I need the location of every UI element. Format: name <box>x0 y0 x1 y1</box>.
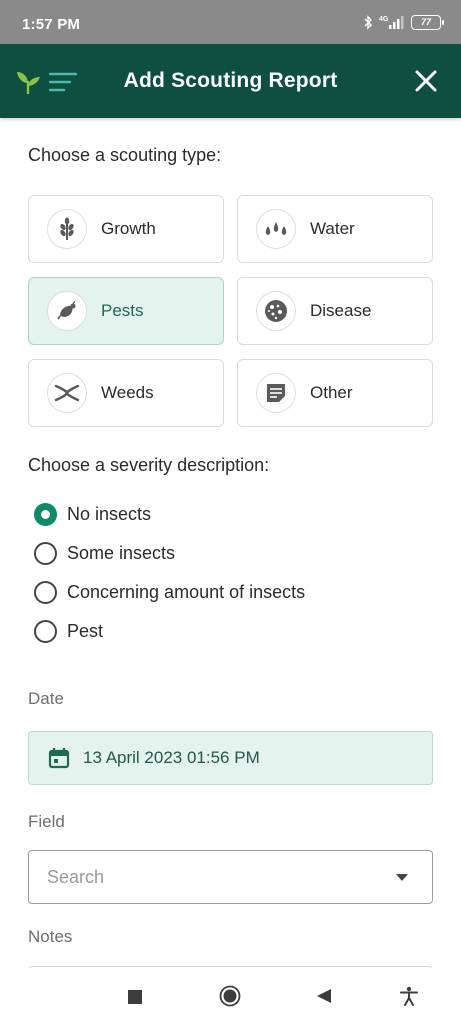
recents-square-icon[interactable] <box>127 989 143 1010</box>
page-title: Add Scouting Report <box>0 69 461 93</box>
severity-option-label: Concerning amount of insects <box>67 582 305 603</box>
battery-icon: 77 <box>411 15 441 30</box>
accessibility-icon[interactable] <box>400 986 418 1011</box>
dropdown-arrow-icon[interactable] <box>396 874 408 881</box>
radio-unchecked[interactable] <box>34 620 57 643</box>
note-icon <box>256 373 296 413</box>
type-card-water[interactable]: Water <box>237 195 433 263</box>
search-placeholder: Search <box>47 867 396 888</box>
svg-text:4G: 4G <box>379 16 389 23</box>
scouting-type-prompt: Choose a scouting type: <box>28 145 221 166</box>
date-label: Date <box>28 689 64 709</box>
weeds-icon <box>47 373 87 413</box>
status-bar: 1:57 PM 4G 77 <box>0 0 461 44</box>
bluetooth-icon <box>363 15 373 30</box>
type-label-disease: Disease <box>310 301 371 321</box>
home-circle-icon[interactable] <box>219 985 241 1012</box>
disease-icon <box>256 291 296 331</box>
notes-label: Notes <box>28 927 72 947</box>
status-time: 1:57 PM <box>22 16 80 33</box>
bug-icon <box>47 291 87 331</box>
type-label-weeds: Weeds <box>101 383 154 403</box>
status-icons: 4G 77 <box>363 14 441 30</box>
severity-option-concerning[interactable]: Concerning amount of insects <box>34 581 305 604</box>
radio-unchecked[interactable] <box>34 581 57 604</box>
type-label-other: Other <box>310 383 353 403</box>
severity-option-no-insects[interactable]: No insects <box>34 503 151 526</box>
type-card-pests[interactable]: Pests <box>28 277 224 345</box>
back-triangle-icon[interactable] <box>316 988 332 1009</box>
app-header: Add Scouting Report <box>0 44 461 118</box>
date-picker[interactable]: 13 April 2023 01:56 PM <box>28 731 433 785</box>
severity-option-label: Pest <box>67 621 103 642</box>
signal-icon: 4G <box>379 14 405 30</box>
severity-option-label: Some insects <box>67 543 175 564</box>
type-card-weeds[interactable]: Weeds <box>28 359 224 427</box>
type-label-growth: Growth <box>101 219 156 239</box>
system-nav-bar <box>0 968 461 1024</box>
radio-checked[interactable] <box>34 503 57 526</box>
type-label-water: Water <box>310 219 355 239</box>
date-value: 13 April 2023 01:56 PM <box>83 748 260 768</box>
type-card-disease[interactable]: Disease <box>237 277 433 345</box>
water-drops-icon <box>256 209 296 249</box>
severity-option-label: No insects <box>67 504 151 525</box>
severity-prompt: Choose a severity description: <box>28 455 269 476</box>
type-card-growth[interactable]: Growth <box>28 195 224 263</box>
type-label-pests: Pests <box>101 301 144 321</box>
radio-unchecked[interactable] <box>34 542 57 565</box>
field-search-input[interactable]: Search <box>28 850 433 904</box>
severity-option-pest[interactable]: Pest <box>34 620 103 643</box>
type-card-other[interactable]: Other <box>237 359 433 427</box>
battery-level: 77 <box>421 17 431 27</box>
severity-option-some-insects[interactable]: Some insects <box>34 542 175 565</box>
close-icon[interactable] <box>413 68 439 94</box>
calendar-icon <box>48 747 70 769</box>
wheat-icon <box>47 209 87 249</box>
field-label: Field <box>28 812 65 832</box>
